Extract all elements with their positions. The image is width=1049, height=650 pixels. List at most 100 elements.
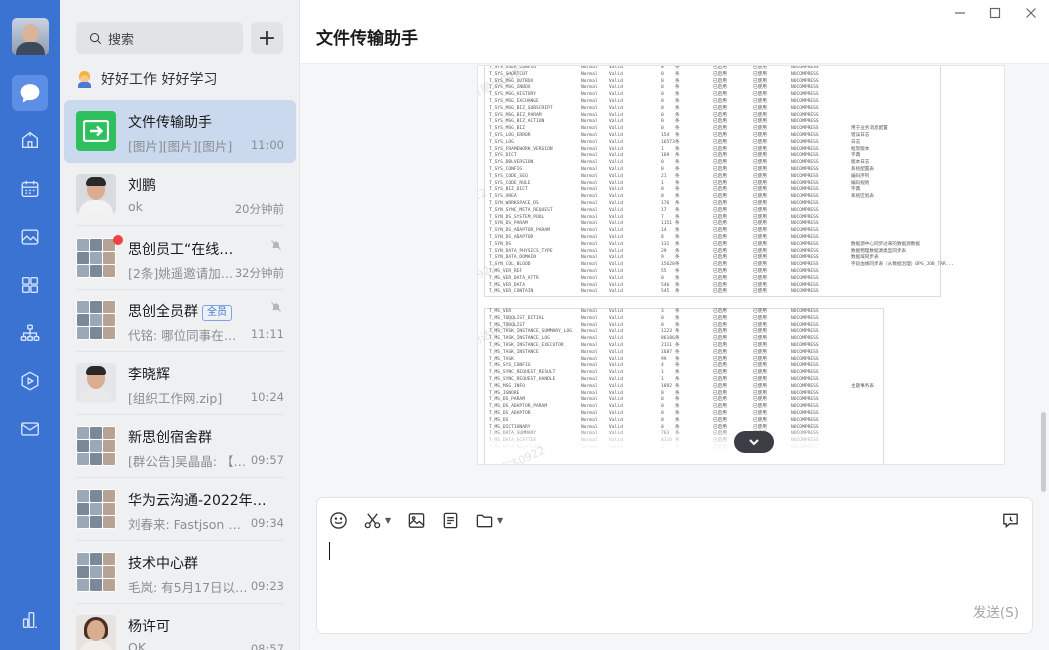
message-composer[interactable]: ▼ ▼ 发送(S) — [316, 497, 1033, 634]
table-cell: 已使用 — [753, 166, 767, 172]
nav-rail — [0, 0, 60, 650]
table-row: T_SYS_MSG_BIZ Normal Valid 0 条 已启用 已使用 NOCOMPRE… — [485, 126, 940, 133]
apps-icon[interactable] — [12, 267, 48, 303]
calendar-icon[interactable] — [12, 171, 48, 207]
table-cell: 条 — [675, 289, 680, 295]
conversation-item[interactable]: 刘鹏 ok 20分钟前 — [64, 163, 296, 226]
all-members-tag: 全员 — [202, 305, 232, 321]
document-button[interactable] — [441, 510, 460, 530]
table-cell: 条 — [675, 315, 680, 321]
table-cell: 86186 — [661, 336, 675, 342]
conversation-item[interactable]: 华为云沟通-2022年… 刘春来: Fastjson <… 09:34 — [64, 478, 296, 541]
table-cell: 已使用 — [753, 194, 767, 200]
message-area[interactable]: T_SYS_USER_CONFIG Normal Valid 0 条已启用 已使用 NOCO… — [300, 65, 1049, 488]
table-cell: NOCOMPRESS — [791, 173, 819, 179]
table-cell: 已启用 — [713, 200, 727, 206]
table-cell: 8316 — [661, 438, 673, 444]
table-cell: T_SYS_CONFIG — [489, 166, 523, 172]
group-name: 思创全员群 — [128, 304, 198, 320]
table-cell: T_MS_VER_DATA_ATTR — [489, 275, 539, 281]
table-cell: Normal — [581, 410, 598, 416]
table-cell: 条 — [675, 160, 680, 166]
table-cell: 已使用 — [753, 262, 767, 268]
search-placeholder: 搜索 — [108, 32, 135, 48]
table-cell: 条 — [675, 65, 680, 70]
table-cell: Normal — [581, 173, 598, 179]
table-cell: 条 — [675, 404, 680, 410]
table-row: T_SYN_SYNC_META_REQUEST Normal Valid 17 条 已启用… — [485, 208, 940, 215]
table-cell: T_MS_DS_ADAPTOR_PARAM — [489, 404, 548, 410]
conversation-item[interactable]: 杨许可 OK 08:57 — [64, 604, 296, 650]
chat-icon[interactable] — [12, 75, 48, 111]
table-cell: Normal — [581, 383, 598, 389]
maximize-button[interactable] — [982, 4, 1008, 22]
conversation-name: 技术中心群 — [128, 556, 198, 572]
mute-bell-icon — [271, 302, 281, 312]
table-cell: 已启用 — [713, 410, 727, 416]
table-cell: Valid — [609, 241, 623, 247]
conversation-item[interactable]: 思创全员群 全员 代铭: 哪位同事在二… 11:11 — [64, 289, 296, 352]
conversation-item[interactable]: 技术中心群 毛岚: 有5月17日以… 09:23 — [64, 541, 296, 604]
table-cell: 3 — [661, 309, 664, 314]
table-cell: 已使用 — [753, 105, 767, 111]
group-avatar — [76, 426, 116, 466]
more-icon[interactable] — [12, 602, 48, 638]
table-cell: NOCOMPRESS — [791, 126, 819, 132]
conversation-item[interactable]: 思创员工“在线文… [2条]姚遥邀请加… 32分钟前 — [64, 227, 296, 290]
document-icon — [443, 512, 458, 528]
table-cell: T_SYS_AREA — [489, 194, 517, 200]
table-cell: Normal — [581, 228, 598, 234]
table-cell: 已使用 — [753, 336, 767, 342]
scrollbar[interactable] — [1041, 412, 1046, 492]
table-cell: 1892 — [661, 383, 673, 389]
table-cell: 条 — [675, 336, 680, 342]
create-button[interactable]: + — [251, 22, 283, 54]
conversation-item[interactable]: 新思创宿舍群 [群公告]吴晶晶: 【… 09:57 — [64, 415, 296, 478]
my-avatar[interactable] — [12, 18, 49, 55]
conversation-item[interactable]: 文件传输助手 [图片][图片][图片] 11:00 — [64, 100, 296, 163]
contacts-icon[interactable] — [12, 122, 48, 158]
table-cell: Valid — [609, 404, 623, 410]
plus-icon: + — [257, 25, 277, 51]
conversation-time: 32分钟前 — [234, 266, 284, 280]
table-cell: T_MS_DS — [489, 417, 509, 423]
screenshot-button[interactable]: ▼ — [363, 510, 391, 530]
table-cell: 0 — [661, 194, 664, 200]
table-cell: 0 — [661, 65, 664, 70]
image-message[interactable]: T_SYS_USER_CONFIG Normal Valid 0 条已启用 已使用 NOCO… — [477, 65, 1005, 465]
table-cell: 已启用 — [713, 92, 727, 98]
docs-icon[interactable] — [12, 219, 48, 255]
search-input[interactable]: 搜索 — [76, 22, 243, 54]
image-button[interactable] — [407, 510, 426, 530]
org-icon[interactable] — [12, 315, 48, 351]
table-cell: 545 — [661, 289, 670, 295]
personal-status[interactable]: 好好工作 好好学习 — [76, 69, 217, 89]
close-button[interactable] — [1018, 4, 1044, 22]
table-row: T_MS_SYNC_REQUEST_RESULT Normal Valid 1 条 已启用… — [485, 370, 883, 377]
meeting-icon[interactable] — [12, 363, 48, 399]
table-cell: Normal — [581, 404, 598, 410]
scroll-to-bottom-button[interactable] — [734, 431, 774, 453]
minimize-button[interactable] — [947, 4, 973, 22]
mail-icon[interactable] — [12, 411, 48, 447]
table-cell: 已使用 — [753, 370, 767, 376]
send-button[interactable]: 发送(S) — [973, 601, 1019, 621]
history-button[interactable] — [1001, 510, 1020, 530]
folder-button[interactable]: ▼ — [475, 510, 503, 530]
table-cell: NOCOMPRESS — [791, 342, 819, 348]
table-cell: T_SYS_LOG_ERROR — [489, 132, 531, 138]
table-cell: NOCOMPRESS — [791, 241, 819, 247]
table-cell: 条 — [675, 173, 680, 179]
table-cell: 已使用 — [753, 65, 767, 70]
conversation-item[interactable]: 李晓辉 [组织工作网.zip] 10:24 — [64, 352, 296, 415]
table-cell: Valid — [609, 349, 623, 355]
emoji-button[interactable] — [329, 510, 348, 530]
table-row: T_MS_TASK_INSTANCE Normal Valid 1687 条 已启用 已使用… — [485, 350, 883, 357]
table-cell: T_MS_VER_CONTAIN — [489, 289, 534, 295]
table-cell: 已启用 — [713, 370, 727, 376]
table-cell: T_SYN_DS — [489, 241, 512, 247]
table-cell: 条 — [675, 349, 680, 355]
table-cell: 条 — [675, 370, 680, 376]
table-cell: 日志 — [851, 139, 861, 145]
table-cell: 已启用 — [713, 336, 727, 342]
